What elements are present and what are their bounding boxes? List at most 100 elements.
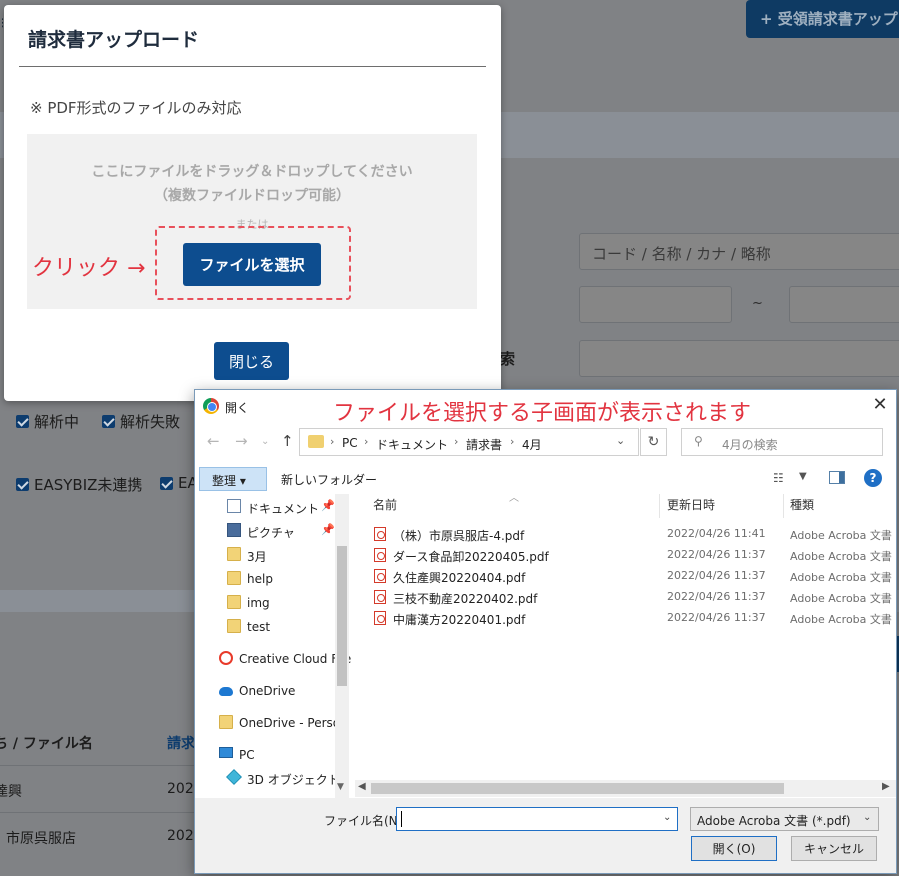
breadcrumb-documents[interactable]: ドキュメント [376, 436, 448, 453]
creative-cloud-icon [219, 651, 233, 665]
file-row[interactable]: 中庸漢方20220401.pdf 2022/04/26 11:37 Adobe … [355, 608, 896, 629]
pdf-file-icon [374, 590, 386, 604]
address-bar[interactable]: › PC › ドキュメント › 請求書 › 4月 ⌄ [299, 428, 639, 456]
breadcrumb-pc[interactable]: PC [342, 436, 358, 450]
pin-icon[interactable]: 📌 [321, 499, 335, 512]
nav-item-pc[interactable]: PC [195, 744, 353, 766]
status-check-easybiz-linked[interactable]: EA [160, 474, 198, 492]
organize-button[interactable]: 整理 ▾ [199, 467, 267, 491]
nav-item-march[interactable]: 3月 [195, 544, 353, 566]
modal-divider [19, 66, 486, 67]
column-separator[interactable] [659, 494, 660, 518]
file-open-dialog: 開く ファイルを選択する子画面が表示されます ✕ ← → ⌄ ↑ › PC › … [194, 389, 897, 874]
text-caret [401, 811, 402, 827]
chrome-icon [203, 398, 219, 414]
search-text-input[interactable] [579, 340, 899, 377]
status-check-failed[interactable]: 解析失敗 [102, 411, 180, 432]
new-folder-button[interactable]: 新しいフォルダー [281, 471, 377, 488]
close-icon[interactable]: ✕ [869, 394, 891, 416]
preview-pane-icon[interactable] [829, 471, 845, 484]
cancel-button[interactable]: キャンセル [791, 836, 877, 861]
pdf-file-icon [374, 527, 386, 541]
recent-dropdown-icon[interactable]: ⌄ [261, 436, 269, 447]
drop-instruction: ここにファイルをドラッグ＆ドロップしてください [91, 164, 413, 180]
file-row[interactable]: ダース食品卸20220405.pdf 2022/04/26 11:37 Adob… [355, 545, 896, 566]
click-annotation: クリック → [32, 256, 146, 281]
chevron-down-icon: ⌄ [863, 812, 872, 823]
horizontal-scrollbar[interactable]: ◀ ▶ [355, 780, 896, 797]
up-arrow-icon[interactable]: ↑ [281, 432, 294, 450]
breadcrumb-april[interactable]: 4月 [522, 436, 542, 453]
nav-item-documents[interactable]: ドキュメント 📌 [195, 496, 353, 518]
menu-icon: ≡ [0, 10, 3, 32]
breadcrumb-invoices[interactable]: 請求書 [466, 436, 502, 453]
nav-item-test[interactable]: test [195, 616, 353, 638]
open-button[interactable]: 開く(O) [691, 836, 777, 861]
file-row[interactable]: 久住產興20220404.pdf 2022/04/26 11:37 Adobe … [355, 566, 896, 587]
checkbox-checked-icon [16, 478, 29, 491]
column-header-file-name: ち / ファイル名 [0, 736, 93, 752]
modal-title: 請求書アップロード [28, 29, 200, 51]
filename-input[interactable]: ⌄ [396, 807, 678, 831]
chevron-left-icon[interactable]: ◀ [358, 781, 366, 792]
chevron-right-icon[interactable]: ▶ [882, 781, 890, 792]
column-header-invoice[interactable]: 請求 [167, 733, 195, 753]
select-file-button[interactable]: ファイルを選択 [183, 243, 321, 286]
nav-item-3d-objects[interactable]: 3D オブジェクト [195, 767, 353, 789]
row-divider [0, 812, 200, 813]
status-check-easybiz-unlinked[interactable]: EASYBIZ未連携 [16, 474, 142, 495]
search-icon: ⚲ [694, 434, 703, 448]
close-button[interactable]: 閉じる [214, 342, 289, 380]
checkbox-checked-icon [16, 415, 29, 428]
checkbox-checked-icon [102, 415, 115, 428]
nav-item-onedrive[interactable]: OneDrive [195, 680, 353, 702]
file-row[interactable]: 三枝不動産20220402.pdf 2022/04/26 11:37 Adobe… [355, 587, 896, 608]
column-header-type[interactable]: 種類 [790, 496, 814, 513]
column-header-name[interactable]: 名前 [373, 496, 397, 513]
back-arrow-icon[interactable]: ← [207, 432, 220, 450]
document-icon [227, 499, 241, 513]
chevron-right-icon: › [330, 435, 335, 448]
navigation-scrollbar[interactable]: ▼ [335, 494, 349, 798]
column-separator[interactable] [783, 494, 784, 518]
navigation-pane: ドキュメント 📌 ピクチャ 📌 3月 help img test Creativ… [195, 494, 353, 798]
pin-icon[interactable]: 📌 [321, 523, 335, 536]
upload-invoice-button[interactable]: + 受領請求書アップ [746, 0, 899, 38]
range-to-input[interactable] [789, 286, 899, 323]
nav-item-creative-cloud[interactable]: Creative Cloud File [195, 648, 353, 670]
cloud-icon [219, 687, 233, 696]
folder-icon [227, 571, 241, 585]
checkbox-checked-icon [160, 476, 173, 490]
chevron-down-icon[interactable]: ▼ [337, 782, 344, 792]
nav-item-onedrive-personal[interactable]: OneDrive - Person [195, 712, 353, 734]
file-row[interactable]: （株）市原呉服店-4.pdf 2022/04/26 11:41 Adobe Ac… [355, 524, 896, 545]
chevron-down-icon[interactable]: ▼ [799, 471, 807, 482]
scrollbar-thumb[interactable] [371, 783, 784, 794]
folder-icon [219, 715, 233, 729]
dialog-footer: ファイル名(N): ⌄ Adobe Acroba 文書 (*.pdf) ⌄ 開く… [195, 798, 896, 873]
refresh-icon[interactable]: ↻ [640, 428, 667, 456]
file-type-select[interactable]: Adobe Acroba 文書 (*.pdf) ⌄ [690, 807, 879, 831]
picture-icon [227, 523, 241, 537]
range-from-input[interactable] [579, 286, 732, 323]
nav-item-img[interactable]: img [195, 592, 353, 614]
scrollbar-thumb[interactable] [337, 546, 347, 686]
forward-arrow-icon[interactable]: → [235, 432, 248, 450]
help-icon[interactable]: ? [864, 469, 882, 487]
nav-item-pictures[interactable]: ピクチャ 📌 [195, 520, 353, 542]
folder-search-input[interactable]: ⚲ 4月の検索 [681, 428, 883, 456]
cube-icon [226, 769, 242, 785]
keyword-search-input[interactable]: コード / 名称 / カナ / 略称 [579, 233, 899, 270]
folder-icon [227, 547, 241, 561]
dialog-titlebar[interactable]: 開く ファイルを選択する子画面が表示されます ✕ [195, 390, 896, 426]
dialog-annotation: ファイルを選択する子画面が表示されます [333, 401, 752, 426]
chevron-down-icon[interactable]: ⌄ [616, 434, 625, 447]
chevron-right-icon: › [364, 435, 369, 448]
chevron-down-icon[interactable]: ⌄ [663, 812, 671, 823]
view-options-icon[interactable]: ☷ [773, 471, 784, 485]
filename-label: ファイル名(N): [324, 814, 407, 828]
pdf-file-icon [374, 569, 386, 583]
status-check-analyzing[interactable]: 解析中 [16, 411, 79, 432]
nav-item-help[interactable]: help [195, 568, 353, 590]
column-header-modified[interactable]: 更新日時 [667, 496, 715, 513]
